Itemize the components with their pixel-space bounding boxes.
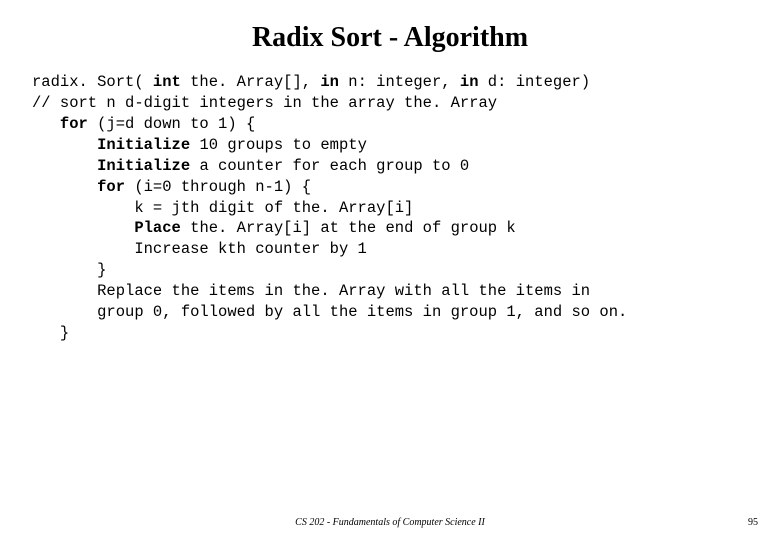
code-text: group 0, followed by all the items in gr…: [32, 303, 627, 321]
keyword-initialize: Initialize: [97, 136, 190, 154]
code-text: Replace the items in the. Array with all…: [32, 282, 590, 300]
keyword-initialize: Initialize: [97, 157, 190, 175]
code-comment: // sort n d-digit integers in the array …: [32, 94, 497, 112]
code-text: d: integer): [479, 73, 591, 91]
keyword-place: Place: [134, 219, 181, 237]
code-text: [32, 136, 97, 154]
code-text: [32, 178, 97, 196]
code-text: the. Array[i] at the end of group k: [181, 219, 516, 237]
code-text: [32, 219, 134, 237]
code-text: k = jth digit of the. Array[i]: [32, 199, 413, 217]
code-text: (i=0 through n-1) {: [125, 178, 311, 196]
keyword-in: in: [460, 73, 479, 91]
code-text: [32, 115, 60, 133]
code-text: 10 groups to empty: [190, 136, 367, 154]
code-text: Increase kth counter by 1: [32, 240, 367, 258]
code-text: a counter for each group to 0: [190, 157, 469, 175]
code-text: n: integer,: [339, 73, 460, 91]
footer-course-label: CS 202 - Fundamentals of Computer Scienc…: [295, 517, 485, 528]
slide-title: Radix Sort - Algorithm: [0, 0, 780, 72]
page-number: 95: [748, 517, 758, 528]
keyword-in: in: [320, 73, 339, 91]
code-text: radix. Sort(: [32, 73, 153, 91]
code-text: }: [32, 261, 106, 279]
pseudocode-block: radix. Sort( int the. Array[], in n: int…: [0, 72, 780, 344]
code-text: (j=d down to 1) {: [88, 115, 255, 133]
code-text: the. Array[],: [181, 73, 321, 91]
code-text: [32, 157, 97, 175]
keyword-for: for: [60, 115, 88, 133]
keyword-int: int: [153, 73, 181, 91]
code-text: }: [32, 324, 69, 342]
keyword-for: for: [97, 178, 125, 196]
slide: Radix Sort - Algorithm radix. Sort( int …: [0, 0, 780, 540]
